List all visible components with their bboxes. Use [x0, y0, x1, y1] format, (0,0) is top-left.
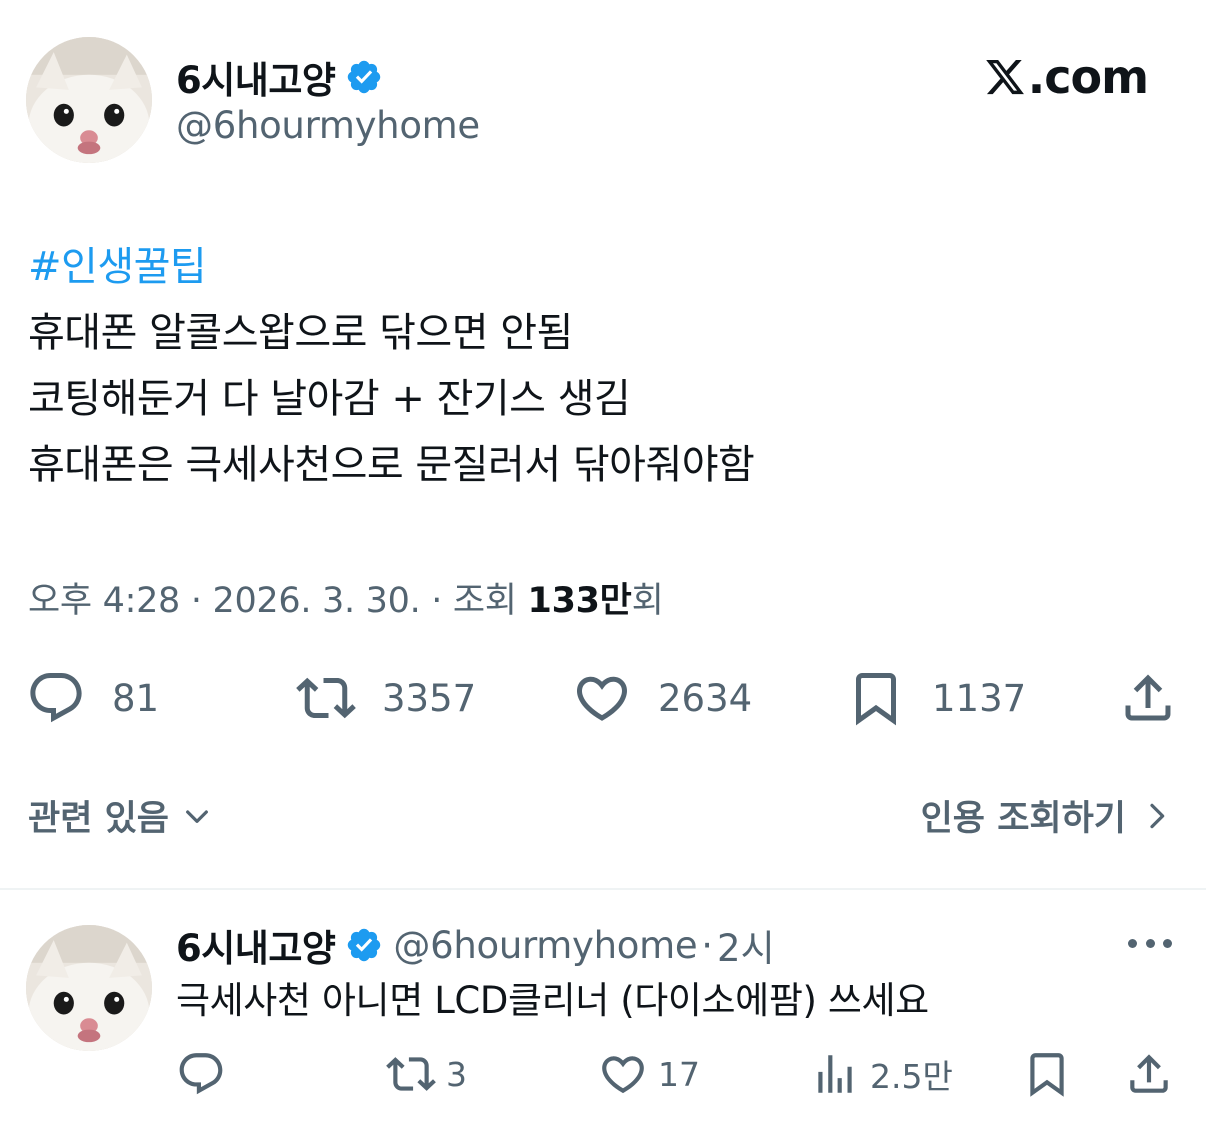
bookmark-button[interactable]: 1137 — [846, 660, 1026, 736]
reply-share-button[interactable] — [1124, 1044, 1174, 1104]
cat-avatar-image — [26, 925, 152, 1051]
reply-reply-button[interactable] — [176, 1044, 226, 1104]
heart-icon — [576, 676, 628, 721]
divider — [0, 888, 1206, 890]
dot — [1128, 938, 1137, 948]
dot — [1145, 938, 1155, 948]
like-button[interactable]: 2634 — [572, 660, 752, 736]
bookmark-icon — [1030, 1053, 1064, 1097]
reply-header: 6시내고양 @6hourmyhome · 2시 — [176, 918, 775, 972]
view-count-suffix: 회 — [631, 581, 664, 621]
share-upload-icon — [1125, 674, 1171, 721]
reply-text: 극세사천 아니면 LCD클리너 (다이소에팜) 쓰세요 — [176, 979, 929, 1022]
reply-view-count: 2.5만 — [870, 1057, 953, 1096]
speech-bubble-icon — [179, 1053, 223, 1095]
tweet-line: 휴대폰은 극세사천으로 문질러서 닦아줘야함 — [28, 442, 755, 488]
dot — [1163, 938, 1172, 948]
view-quotes-label: 인용 조회하기 — [920, 799, 1126, 839]
retweet-count: 3357 — [382, 676, 477, 720]
tweet-screenshot: 6시내고양 @6hourmyhome .com #인생꿀팁 휴대폰 알콜스왑으로… — [0, 0, 1206, 1127]
related-label: 관련 있음 — [28, 799, 169, 839]
author-name[interactable]: 6시내고양 — [176, 50, 383, 104]
reply-like-count: 17 — [658, 1054, 700, 1094]
retweet-arrows-icon — [296, 677, 356, 719]
verified-badge-icon — [348, 928, 381, 962]
reply-timestamp[interactable]: 2시 — [717, 918, 775, 972]
x-brand-icon — [985, 59, 1024, 95]
hashtag-link[interactable]: #인생꿀팁 — [28, 234, 754, 300]
bookmark-icon — [856, 673, 896, 726]
reply-views-button[interactable]: 2.5만 — [810, 1044, 953, 1104]
view-count: 133만 — [527, 581, 632, 621]
author-handle[interactable]: @6hourmyhome — [176, 104, 480, 147]
chevron-right-icon — [1150, 803, 1165, 828]
reply-count: 81 — [112, 676, 160, 720]
x-logo: .com — [984, 50, 1149, 104]
x-logo-domain: .com — [1027, 50, 1149, 104]
tweet-line: 코팅해둔거 다 날아감 + 잔기스 생김 — [28, 376, 631, 422]
like-count: 2634 — [658, 676, 753, 720]
cat-avatar-image — [26, 37, 152, 163]
bookmark-count: 1137 — [932, 676, 1027, 720]
tweet-meta: 오후 4:28 · 2026. 3. 30. · 조회 133만회 — [28, 572, 664, 623]
heart-icon — [602, 1056, 644, 1094]
view-quotes-link[interactable]: 인용 조회하기 — [921, 790, 1172, 841]
related-toggle[interactable]: 관련 있음 — [28, 790, 213, 841]
reply-retweet-count: 3 — [446, 1054, 467, 1094]
action-bar: 81 3357 2634 1137 — [0, 660, 1206, 736]
reply-author-name[interactable]: 6시내고양 — [176, 918, 336, 972]
chevron-down-icon — [186, 809, 208, 823]
retweet-button[interactable]: 3357 — [296, 660, 476, 736]
reply-avatar[interactable] — [26, 925, 152, 1051]
verified-badge-icon — [348, 60, 381, 94]
reply-retweet-button[interactable]: 3 — [386, 1044, 467, 1104]
share-upload-icon — [1130, 1054, 1168, 1093]
reply-bookmark-button[interactable] — [1022, 1044, 1072, 1104]
timestamp-text[interactable]: 오후 4:28 · 2026. 3. 30. · 조회 — [28, 581, 528, 621]
tweet-text: #인생꿀팁 휴대폰 알콜스왑으로 닦으면 안됨 코팅해둔거 다 날아감 + 잔기… — [28, 234, 755, 498]
reply-action-bar: 3 17 2.5만 — [0, 1044, 1206, 1104]
avatar[interactable] — [26, 37, 152, 163]
share-button[interactable] — [1118, 660, 1178, 736]
retweet-arrows-icon — [386, 1057, 436, 1091]
separator-dot: · — [701, 923, 714, 967]
more-dots-icon[interactable] — [1128, 936, 1172, 950]
reply-button[interactable]: 81 — [26, 660, 159, 736]
speech-bubble-icon — [30, 673, 82, 723]
tweet-line: 휴대폰 알콜스왑으로 닦으면 안됨 — [28, 310, 573, 356]
bar-chart-icon — [818, 1055, 852, 1093]
reply-like-button[interactable]: 17 — [598, 1044, 700, 1104]
author-display-name[interactable]: 6시내고양 — [176, 50, 336, 104]
reply-author-handle[interactable]: @6hourmyhome — [393, 924, 697, 967]
